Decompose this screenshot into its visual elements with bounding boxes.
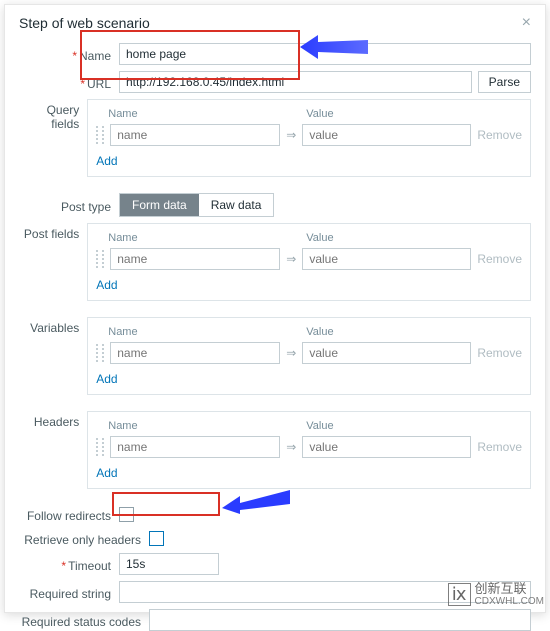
label-required-status-codes: Required status codes	[19, 611, 149, 629]
row-follow-redirects: Follow redirects	[19, 505, 531, 523]
headers-box: Name Value ⇒ Remove Add	[87, 411, 531, 489]
label-name: *Name	[19, 45, 119, 63]
query-fields-box: Name Value ⇒ Remove Add	[87, 99, 531, 177]
row-variables: Variables Name Value ⇒ Remove Add	[19, 317, 531, 395]
toggle-raw-data[interactable]: Raw data	[199, 194, 274, 216]
row-post-fields: Post fields Name Value ⇒ Remove Add	[19, 223, 531, 301]
url-input[interactable]	[119, 71, 472, 93]
label-timeout: *Timeout	[19, 555, 119, 573]
row-name: *Name	[19, 43, 531, 65]
pair-name-input[interactable]	[110, 248, 280, 270]
label-retrieve-only-headers: Retrieve only headers	[19, 529, 149, 547]
watermark-icon: ⅸ	[448, 583, 471, 607]
dialog: Step of web scenario × *Name *URL Parse …	[4, 4, 546, 613]
pair-name-input[interactable]	[110, 342, 280, 364]
remove-link[interactable]: Remove	[477, 128, 522, 142]
pair-name-input[interactable]	[110, 124, 280, 146]
drag-handle-icon[interactable]	[96, 438, 104, 456]
required-status-codes-input[interactable]	[149, 609, 531, 631]
add-link[interactable]: Add	[96, 372, 117, 386]
pair-header: Name Value	[96, 108, 522, 120]
pair-value-input[interactable]	[302, 124, 471, 146]
timeout-input[interactable]	[119, 553, 219, 575]
remove-link[interactable]: Remove	[477, 440, 522, 454]
arrow-right-icon: ⇒	[286, 440, 296, 454]
pair-value-input[interactable]	[302, 342, 471, 364]
post-fields-box: Name Value ⇒ Remove Add	[87, 223, 531, 301]
watermark: ⅸ 创新互联 CDXWHL.COM	[448, 582, 544, 607]
pair-value-input[interactable]	[302, 436, 471, 458]
arrow-right-icon: ⇒	[286, 252, 296, 266]
label-headers: Headers	[19, 411, 87, 429]
add-link[interactable]: Add	[96, 466, 117, 480]
label-follow-redirects: Follow redirects	[19, 505, 119, 523]
label-query-fields: Query fields	[19, 99, 87, 131]
add-link[interactable]: Add	[96, 278, 117, 292]
variables-box: Name Value ⇒ Remove Add	[87, 317, 531, 395]
label-post-type: Post type	[19, 196, 119, 214]
row-url: *URL Parse	[19, 71, 531, 93]
row-headers: Headers Name Value ⇒ Remove Add	[19, 411, 531, 489]
post-type-toggle: Form data Raw data	[119, 193, 274, 217]
pair-row: ⇒ Remove	[96, 342, 522, 364]
toggle-form-data[interactable]: Form data	[120, 194, 199, 216]
name-input[interactable]	[119, 43, 531, 65]
row-retrieve-only-headers: Retrieve only headers	[19, 529, 531, 547]
pair-row: ⇒ Remove	[96, 436, 522, 458]
parse-button[interactable]: Parse	[478, 71, 531, 93]
drag-handle-icon[interactable]	[96, 126, 104, 144]
row-timeout: *Timeout	[19, 553, 531, 575]
close-icon[interactable]: ×	[522, 15, 531, 31]
drag-handle-icon[interactable]	[96, 344, 104, 362]
retrieve-only-headers-checkbox[interactable]	[149, 531, 164, 546]
remove-link[interactable]: Remove	[477, 346, 522, 360]
label-url: *URL	[19, 73, 119, 91]
row-required-status-codes: Required status codes	[19, 609, 531, 631]
arrow-right-icon: ⇒	[286, 346, 296, 360]
row-post-type: Post type Form data Raw data	[19, 193, 531, 217]
pair-value-input[interactable]	[302, 248, 471, 270]
remove-link[interactable]: Remove	[477, 252, 522, 266]
pair-name-input[interactable]	[110, 436, 280, 458]
arrow-right-icon: ⇒	[286, 128, 296, 142]
add-link[interactable]: Add	[96, 154, 117, 168]
label-required-string: Required string	[19, 583, 119, 601]
label-variables: Variables	[19, 317, 87, 335]
label-post-fields: Post fields	[19, 223, 87, 241]
dialog-header: Step of web scenario ×	[19, 15, 531, 31]
pair-row: ⇒ Remove	[96, 124, 522, 146]
dialog-title: Step of web scenario	[19, 15, 150, 31]
pair-row: ⇒ Remove	[96, 248, 522, 270]
row-query-fields: Query fields Name Value ⇒ Remove Add	[19, 99, 531, 177]
drag-handle-icon[interactable]	[96, 250, 104, 268]
follow-redirects-checkbox[interactable]	[119, 507, 134, 522]
